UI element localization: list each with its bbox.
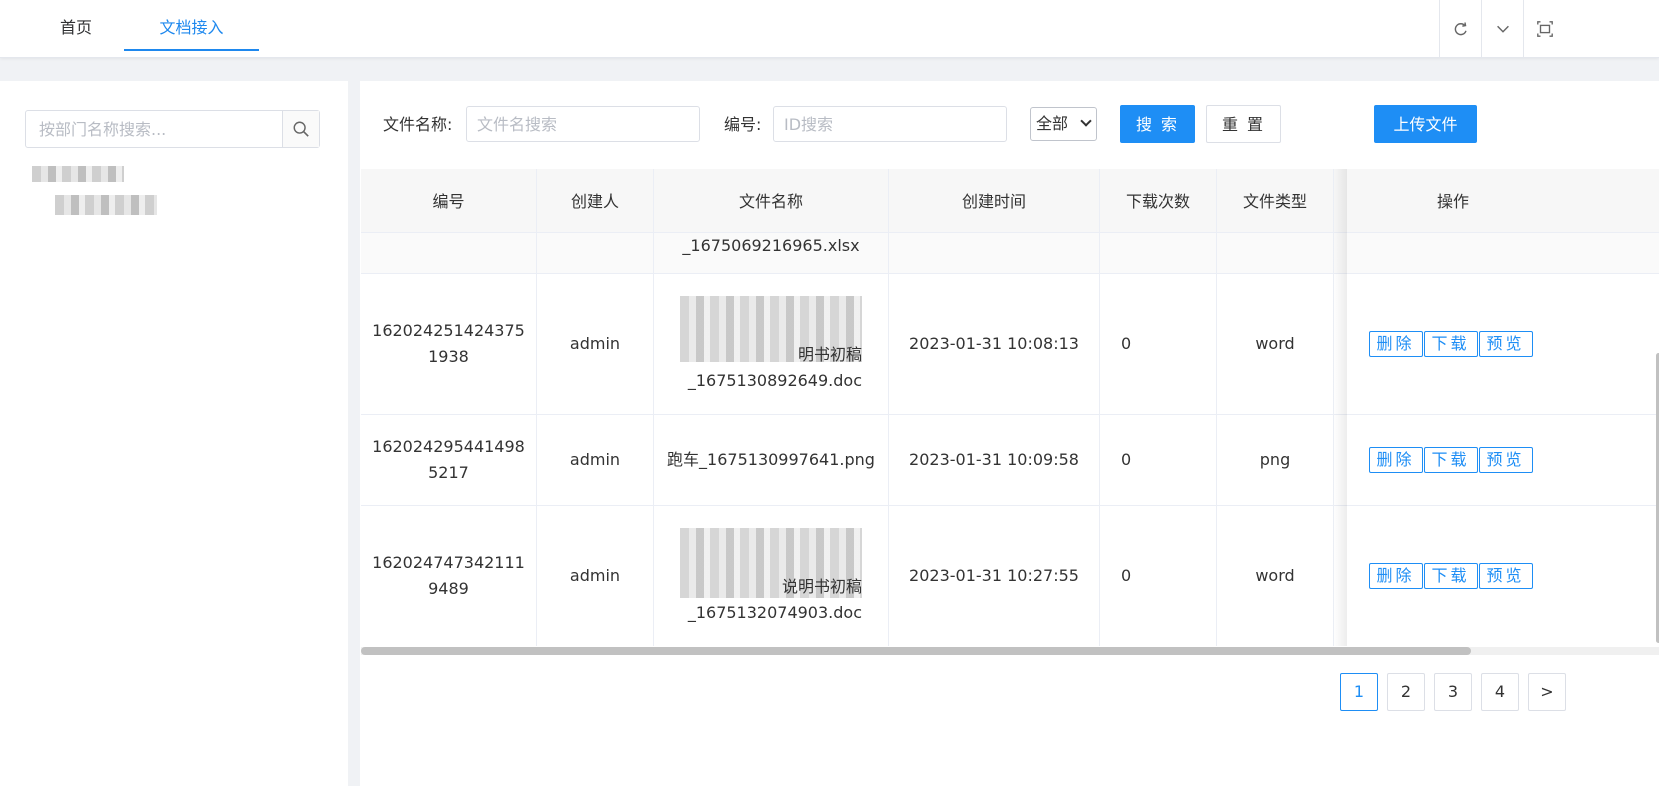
column-header-id: 编号 xyxy=(361,169,537,233)
download-button[interactable]: 下载 xyxy=(1423,563,1478,589)
cell-actions: 删除 下载 预览 xyxy=(1347,415,1659,505)
id-search-input[interactable] xyxy=(773,106,1007,142)
cell-id: 162024747342111 9489 xyxy=(361,506,537,646)
document-list-panel: 文件名称: 编号: 全部 搜 索 重 置 上传文件 2005 _16750692… xyxy=(360,81,1659,786)
filename-block: 说明书初稿 _1675132074903.doc xyxy=(680,528,862,624)
table-horizontal-scrollbar[interactable] xyxy=(361,647,1659,655)
cell-filename: 说明书初稿 _1675132074903.doc xyxy=(654,506,889,646)
refresh-button[interactable] xyxy=(1439,0,1481,58)
page-2-button[interactable]: 2 xyxy=(1387,673,1425,711)
cell-type: word xyxy=(1217,506,1334,646)
cell-created: 2023-01-31 10:08:13 xyxy=(889,274,1100,414)
chevron-down-icon xyxy=(1080,115,1092,127)
column-header-filename: 文件名称 xyxy=(654,169,889,233)
department-search-box xyxy=(25,110,320,148)
department-search-button[interactable] xyxy=(282,111,319,147)
column-header-downloads: 下载次数 xyxy=(1100,169,1217,233)
document-table: 2005 _1675069216965.xlsx 162024251424375… xyxy=(361,169,1659,646)
top-bar: 首页 文档接入 xyxy=(0,0,1659,58)
scrollbar-thumb[interactable] xyxy=(361,647,1471,655)
reset-button[interactable]: 重 置 xyxy=(1206,105,1281,143)
column-header-actions: 操作 xyxy=(1436,192,1469,211)
preview-button[interactable]: 预览 xyxy=(1478,447,1533,473)
cell-filename: 明书初稿 _1675130892649.doc xyxy=(654,274,889,414)
column-header-type: 文件类型 xyxy=(1217,169,1334,233)
cell-downloads: 0 xyxy=(1100,506,1217,646)
delete-button[interactable]: 删除 xyxy=(1368,331,1423,357)
column-header-created: 创建时间 xyxy=(889,169,1100,233)
tree-node-root-blurred[interactable] xyxy=(32,166,124,182)
column-header-creator: 创建人 xyxy=(537,169,654,233)
page-4-button[interactable]: 4 xyxy=(1481,673,1519,711)
table-row: 162024251424375 1938 admin 明书初稿 _1675130… xyxy=(361,274,1659,415)
cell-actions: 删除 下载 预览 xyxy=(1347,506,1659,646)
category-select[interactable]: 全部 xyxy=(1030,107,1097,141)
cell-creator: admin xyxy=(537,415,654,505)
tab-document-access[interactable]: 文档接入 xyxy=(124,0,259,52)
refresh-icon xyxy=(1454,22,1467,36)
cell-downloads: 0 xyxy=(1100,274,1217,414)
cell-creator: admin xyxy=(537,274,654,414)
department-search-input[interactable] xyxy=(26,111,284,147)
tree-node-child-blurred[interactable] xyxy=(55,195,157,215)
cell-id: 162024295441498 5217 xyxy=(361,415,537,505)
chevron-down-icon xyxy=(1496,25,1509,33)
active-tab-indicator xyxy=(124,49,259,51)
fullscreen-icon xyxy=(1536,21,1553,37)
department-tree-panel xyxy=(0,81,348,786)
filename-block: 明书初稿 _1675130892649.doc xyxy=(680,296,862,392)
tab-home[interactable]: 首页 xyxy=(40,0,112,52)
dropdown-button[interactable] xyxy=(1481,0,1523,58)
cell-created: 2023-01-31 10:27:55 xyxy=(889,506,1100,646)
preview-button[interactable]: 预览 xyxy=(1478,563,1533,589)
filename-search-input[interactable] xyxy=(466,106,700,142)
cell-creator: admin xyxy=(537,506,654,646)
delete-button[interactable]: 删除 xyxy=(1368,447,1423,473)
fullscreen-button[interactable] xyxy=(1523,0,1565,58)
next-page-button[interactable]: > xyxy=(1528,673,1566,711)
cell-filename: 跑车_1675130997641.png xyxy=(654,415,889,505)
table-row: 162024295441498 5217 admin 跑车_1675130997… xyxy=(361,415,1659,506)
fixed-column-shadow xyxy=(1333,169,1347,646)
id-label: 编号: xyxy=(724,115,762,134)
cell-actions: 删除 下载 预览 xyxy=(1347,274,1659,414)
cell-id: 162024251424375 1938 xyxy=(361,274,537,414)
upload-file-button[interactable]: 上传文件 xyxy=(1374,105,1477,143)
category-select-value: 全部 xyxy=(1036,114,1069,133)
cell-type: word xyxy=(1217,274,1334,414)
cell-type: png xyxy=(1217,415,1334,505)
page-1-button[interactable]: 1 xyxy=(1340,673,1378,711)
search-icon xyxy=(293,121,309,137)
page-3-button[interactable]: 3 xyxy=(1434,673,1472,711)
filename-label: 文件名称: xyxy=(383,115,453,134)
download-button[interactable]: 下载 xyxy=(1423,447,1478,473)
search-button[interactable]: 搜 索 xyxy=(1120,105,1195,143)
download-button[interactable]: 下载 xyxy=(1423,331,1478,357)
table-header: 编号 创建人 文件名称 创建时间 下载次数 文件类型 操作 xyxy=(361,169,1659,233)
cell-downloads: 0 xyxy=(1100,415,1217,505)
delete-button[interactable]: 删除 xyxy=(1368,563,1423,589)
cell-created: 2023-01-31 10:09:58 xyxy=(889,415,1100,505)
preview-button[interactable]: 预览 xyxy=(1478,331,1533,357)
table-row: 162024747342111 9489 admin 说明书初稿 _167513… xyxy=(361,506,1659,646)
